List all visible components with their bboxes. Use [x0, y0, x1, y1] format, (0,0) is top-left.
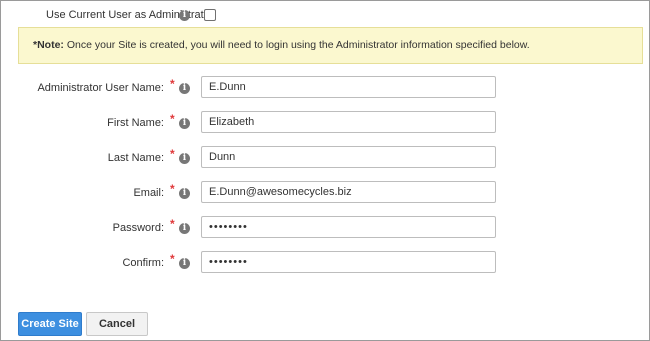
- admin-user-name-label: Administrator User Name:: [37, 82, 164, 94]
- confirm-password-input[interactable]: ••••••••: [201, 251, 496, 273]
- info-icon[interactable]: i: [179, 118, 190, 129]
- info-icon[interactable]: i: [179, 10, 190, 21]
- use-current-user-label: Use Current User as Administrator:: [46, 9, 217, 21]
- create-site-button[interactable]: Create Site: [18, 312, 82, 336]
- note-text: *Note: Once your Site is created, you wi…: [33, 39, 530, 51]
- note-message: Once your Site is created, you will need…: [66, 39, 530, 51]
- first-name-input[interactable]: Elizabeth: [201, 111, 496, 133]
- required-marker: *: [170, 77, 175, 91]
- note-banner: *Note: Once your Site is created, you wi…: [18, 27, 643, 64]
- use-current-user-row: Use Current User as Administrator: i: [1, 1, 649, 27]
- last-name-label: Last Name:: [107, 152, 164, 164]
- cancel-button[interactable]: Cancel: [86, 312, 148, 336]
- info-icon[interactable]: i: [179, 153, 190, 164]
- info-icon[interactable]: i: [179, 83, 190, 94]
- required-marker: *: [170, 252, 175, 266]
- required-marker: *: [170, 112, 175, 126]
- note-prefix: *Note:: [33, 39, 64, 51]
- email-label: Email:: [133, 187, 164, 199]
- email-input[interactable]: E.Dunn@awesomecycles.biz: [201, 181, 496, 203]
- required-marker: *: [170, 182, 175, 196]
- required-marker: *: [170, 217, 175, 231]
- first-name-label: First Name:: [107, 117, 164, 129]
- info-icon[interactable]: i: [179, 188, 190, 199]
- create-site-admin-panel: Use Current User as Administrator: i *No…: [0, 0, 650, 341]
- confirm-label: Confirm:: [122, 257, 164, 269]
- info-icon[interactable]: i: [179, 258, 190, 269]
- admin-user-name-input[interactable]: E.Dunn: [201, 76, 496, 98]
- required-marker: *: [170, 147, 175, 161]
- password-label: Password:: [112, 222, 164, 234]
- info-icon[interactable]: i: [179, 223, 190, 234]
- last-name-input[interactable]: Dunn: [201, 146, 496, 168]
- password-input[interactable]: ••••••••: [201, 216, 496, 238]
- use-current-user-checkbox[interactable]: [204, 9, 216, 21]
